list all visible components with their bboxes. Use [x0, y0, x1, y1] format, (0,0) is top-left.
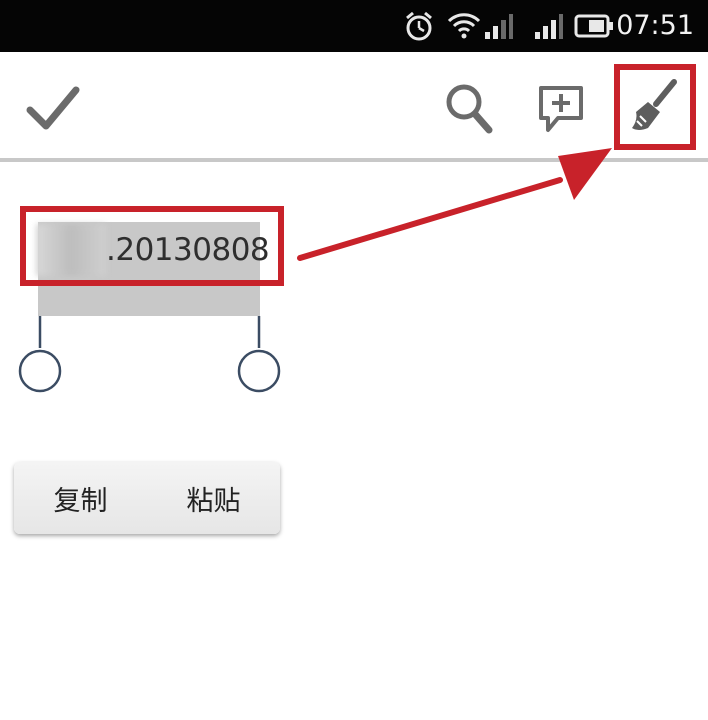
annotation-arrow: [297, 148, 612, 261]
